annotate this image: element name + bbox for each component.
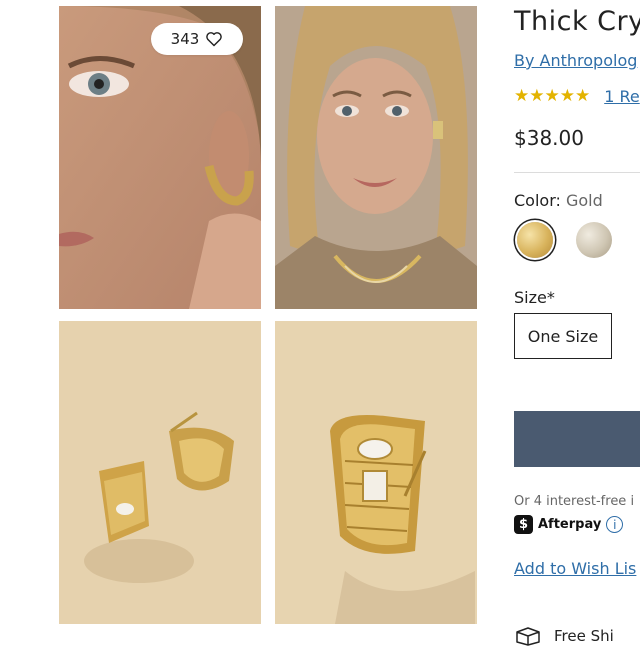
add-to-wishlist-link[interactable]: Add to Wish Lis xyxy=(514,559,636,578)
product-image-earrings-pair[interactable] xyxy=(59,321,261,624)
star-rating-icon: ★★★★★ xyxy=(514,86,591,106)
rating: ★★★★★ 1 Re xyxy=(514,86,640,106)
product-image-earring-single[interactable] xyxy=(275,321,477,624)
shipping-row: Free Shi xyxy=(514,626,614,646)
shipping-text: Free Shi xyxy=(554,627,614,645)
heart-icon xyxy=(206,32,223,47)
afterpay-row: $ Afterpay i xyxy=(514,515,624,534)
size-option-button[interactable]: One Size xyxy=(514,313,612,359)
shipping-box-icon xyxy=(516,627,540,646)
divider xyxy=(514,172,640,173)
add-to-bag-button[interactable] xyxy=(514,411,640,467)
product-title: Thick Cry xyxy=(514,6,640,37)
color-label-key: Color: xyxy=(514,191,561,210)
color-swatch-gold[interactable] xyxy=(517,222,553,258)
afterpay-label: Afterpay xyxy=(538,517,602,532)
reviews-link[interactable]: 1 Re xyxy=(604,87,640,106)
favorite-button[interactable]: 343 xyxy=(151,23,243,55)
info-icon[interactable]: i xyxy=(606,516,624,533)
color-label-value: Gold xyxy=(565,191,603,210)
installments-text: Or 4 interest-free i xyxy=(514,494,635,509)
favorite-count: 343 xyxy=(170,30,200,48)
product-image-model-portrait[interactable] xyxy=(275,6,477,309)
size-label: Size* xyxy=(514,288,555,307)
afterpay-logo-icon: $ xyxy=(514,515,533,534)
color-label: Color: Gold xyxy=(514,191,603,210)
brand-link[interactable]: By Anthropolog xyxy=(514,51,637,70)
color-swatch-silver[interactable] xyxy=(576,222,612,258)
product-price: $38.00 xyxy=(514,126,584,150)
